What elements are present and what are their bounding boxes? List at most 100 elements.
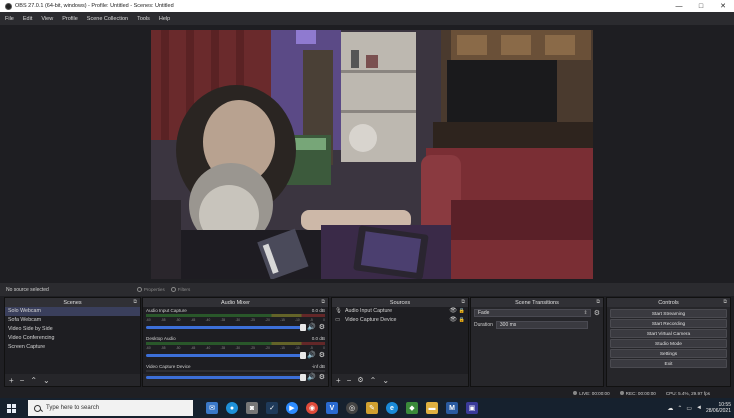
controls-header: Controls ⧉ [607, 298, 730, 307]
zoom-icon[interactable]: ▶ [286, 402, 298, 414]
studio-mode-button[interactable]: Studio Mode [610, 339, 727, 348]
gear-icon[interactable]: ⚙ [357, 376, 363, 384]
start-recording-button[interactable]: Start Recording [610, 319, 727, 328]
transition-select[interactable]: Fade ⇕ [474, 309, 591, 317]
visibility-icon[interactable]: 👁 [449, 307, 457, 316]
maximize-button[interactable]: □ [690, 0, 712, 12]
audio-mixer-header: Audio Mixer ⧉ [143, 298, 328, 307]
tick-label: -5 [309, 346, 313, 350]
scene-item[interactable]: Solo Webcam [5, 307, 140, 316]
undock-icon[interactable]: ⧉ [596, 299, 600, 305]
cloud-icon[interactable]: ☁ [667, 405, 673, 412]
obs-icon[interactable]: ◎ [346, 402, 358, 414]
mail-icon[interactable]: ✉ [206, 402, 218, 414]
menu-bar: File Edit View Profile Scene Collection … [0, 12, 734, 25]
scene-item[interactable]: Video Side by Side [5, 325, 140, 334]
network-icon[interactable]: ▭ [686, 405, 692, 412]
folder-icon[interactable]: ▬ [426, 402, 438, 414]
move-up-icon[interactable]: ⌃ [30, 376, 37, 385]
properties-button[interactable]: Properties [136, 287, 165, 292]
chat-icon[interactable]: ● [226, 402, 238, 414]
undock-icon[interactable]: ⧉ [461, 299, 465, 305]
undock-icon[interactable]: ⧉ [321, 299, 325, 305]
volume-icon[interactable]: ◄ [696, 405, 702, 411]
filters-button[interactable]: Filters [170, 287, 190, 292]
mixer-channel: Desktop Audio 0.0 dB -60 -55 -50 -45 -40 -35 -3… [143, 335, 328, 363]
taskbar-search[interactable]: Type here to search [28, 400, 193, 416]
tick-label: -20 [265, 318, 270, 322]
settings-button[interactable]: Settings [610, 349, 727, 358]
volume-knob[interactable] [300, 351, 306, 359]
menu-profile[interactable]: Profile [62, 16, 78, 22]
start-button[interactable] [0, 398, 22, 418]
add-scene-icon[interactable]: + [9, 376, 14, 385]
close-button[interactable]: ✕ [712, 0, 734, 12]
program-preview[interactable] [151, 30, 593, 279]
scene-item[interactable]: Video Conferencing [5, 334, 140, 343]
edge-icon[interactable]: e [386, 402, 398, 414]
tick-label: -50 [175, 318, 181, 322]
scene-item[interactable]: Sofa Webcam [5, 316, 140, 325]
store-icon[interactable]: ◆ [406, 402, 418, 414]
start-virtual-camera-button[interactable]: Start Virtual Camera [610, 329, 727, 338]
webcam-image [151, 30, 593, 279]
paint-icon[interactable]: ✎ [366, 402, 378, 414]
window-title: OBS 27.0.1 (64-bit, windows) - Profile: … [15, 3, 174, 9]
move-down-icon[interactable]: ⌄ [382, 376, 389, 385]
scenes-dock: Scenes ⧉ Solo Webcam Sofa Webcam Video S… [4, 297, 141, 387]
menu-help[interactable]: Help [159, 16, 170, 22]
start-streaming-button[interactable]: Start Streaming [610, 309, 727, 318]
remove-source-icon[interactable]: − [347, 376, 352, 385]
gear-icon[interactable]: ⚙ [319, 373, 325, 381]
speaker-icon[interactable]: 🔊 [307, 373, 316, 381]
checkmark-app-icon[interactable]: ✓ [266, 402, 278, 414]
menu-tools[interactable]: Tools [137, 16, 150, 22]
speaker-icon[interactable]: 🔊 [307, 351, 316, 359]
gear-icon[interactable]: ⚙ [594, 309, 600, 317]
lock-icon[interactable]: 🔒 [459, 307, 465, 316]
volume-slider[interactable] [146, 373, 306, 381]
tick-label: -45 [190, 346, 196, 350]
speaker-icon[interactable]: 🔊 [307, 323, 316, 331]
tick-label: -10 [295, 346, 300, 350]
vegas-icon[interactable]: V [326, 402, 338, 414]
scenes-header: Scenes ⧉ [5, 298, 140, 307]
menu-edit[interactable]: Edit [23, 16, 32, 22]
vscode-icon[interactable]: M [446, 402, 458, 414]
menu-file[interactable]: File [5, 16, 14, 22]
gear-icon[interactable]: ⚙ [319, 351, 325, 359]
gear-icon[interactable]: ⚙ [319, 323, 325, 331]
move-down-icon[interactable]: ⌄ [43, 376, 50, 385]
exit-button[interactable]: Exit [610, 359, 727, 368]
lock-icon[interactable]: 🔒 [459, 316, 465, 325]
minimize-button[interactable]: — [668, 0, 690, 12]
camera-app-icon[interactable]: ◙ [246, 402, 258, 414]
visibility-icon[interactable]: 👁 [449, 316, 457, 325]
chevron-up-icon[interactable]: ⌃ [677, 405, 682, 412]
volume-slider[interactable] [146, 351, 306, 359]
clock[interactable]: 10:55 28/06/2021 [706, 402, 731, 414]
app-icon[interactable]: ▣ [466, 402, 478, 414]
add-source-icon[interactable]: + [336, 376, 341, 385]
move-up-icon[interactable]: ⌃ [370, 376, 377, 385]
volume-knob[interactable] [300, 373, 306, 381]
properties-label: Properties [143, 287, 165, 292]
undock-icon[interactable]: ⧉ [723, 299, 727, 305]
sources-title: Sources [389, 299, 411, 306]
tick-label: -50 [175, 346, 181, 350]
volume-slider[interactable] [146, 323, 306, 331]
channel-name: Video Capture Device [146, 364, 191, 369]
remove-scene-icon[interactable]: − [20, 376, 25, 385]
source-item[interactable]: 🎙 Audio Input Capture 👁 🔒 [332, 307, 468, 316]
scene-item[interactable]: Screen Capture [5, 343, 140, 352]
volume-knob[interactable] [300, 323, 306, 331]
duration-input[interactable]: 300 ms [495, 321, 588, 329]
chrome-icon[interactable]: ◉ [306, 402, 318, 414]
title-bar: OBS 27.0.1 (64-bit, windows) - Profile: … [0, 0, 734, 12]
source-name: Video Capture Device [345, 317, 397, 323]
undock-icon[interactable]: ⧉ [133, 299, 137, 305]
menu-view[interactable]: View [41, 16, 53, 22]
menu-scene-collection[interactable]: Scene Collection [87, 16, 128, 22]
source-item[interactable]: ▭ Video Capture Device 👁 🔒 [332, 316, 468, 325]
level-meter [146, 314, 325, 317]
